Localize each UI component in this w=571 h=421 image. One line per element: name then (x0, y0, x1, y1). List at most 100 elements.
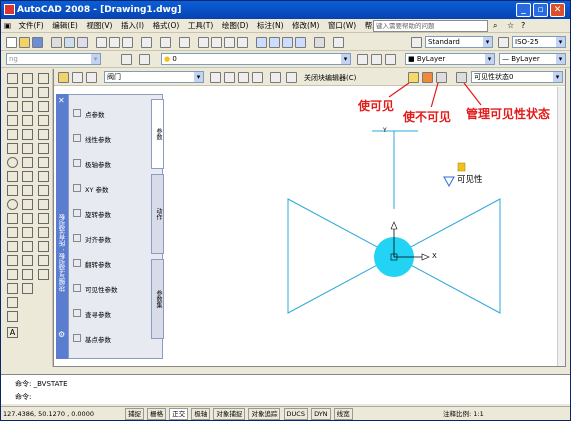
sheet-set-icon[interactable] (295, 37, 306, 48)
save-block-as-icon[interactable] (86, 72, 97, 83)
osnap-parallel-icon[interactable] (38, 199, 49, 210)
join-icon[interactable] (22, 241, 33, 252)
menu-view[interactable]: 视图(V) (83, 19, 115, 33)
extend-icon[interactable] (22, 213, 33, 224)
command-input[interactable]: 命令: (15, 392, 31, 402)
menu-file[interactable]: 文件(F) (16, 19, 47, 33)
block-name-field[interactable]: 阀门 (104, 71, 204, 83)
update-icon[interactable] (286, 72, 297, 83)
menu-format[interactable]: 格式(O) (150, 19, 183, 33)
annotation-scale[interactable]: 注释比例: 1:1 (441, 407, 486, 421)
ellipse-icon[interactable] (7, 199, 18, 210)
table-icon[interactable] (7, 311, 18, 322)
tool-palettes-icon[interactable] (282, 37, 293, 48)
arc-icon[interactable] (7, 143, 18, 154)
move-icon[interactable] (22, 143, 33, 154)
menu-insert[interactable]: 插入(I) (118, 19, 147, 33)
help-search-input[interactable]: 键入需要帮助的问题 (373, 20, 488, 32)
parameter-set-icon[interactable] (252, 72, 263, 83)
vertical-scrollbar[interactable] (557, 87, 565, 366)
star-icon[interactable]: ☆ (507, 21, 514, 30)
dim-style-select[interactable]: ISO-25 (512, 36, 566, 48)
help-toolbar-icon[interactable] (333, 37, 344, 48)
grid-toggle[interactable]: 栅格 (147, 408, 167, 420)
zoom-window-icon[interactable] (224, 37, 235, 48)
make-current-layer-icon[interactable] (357, 54, 368, 65)
osnap-center-icon[interactable] (38, 143, 49, 154)
break-icon[interactable] (22, 227, 33, 238)
calculator-icon[interactable] (314, 37, 325, 48)
revision-cloud-icon[interactable] (7, 171, 18, 182)
explode-icon[interactable] (22, 283, 33, 294)
array-icon[interactable] (22, 129, 33, 140)
osnap-quadrant-icon[interactable] (38, 157, 49, 168)
text-style-icon[interactable] (411, 37, 422, 48)
zoom-realtime-icon[interactable] (211, 37, 222, 48)
color-select[interactable]: ■ ByLayer (405, 53, 495, 65)
lineweight-toggle[interactable]: 线宽 (333, 408, 353, 420)
make-block-icon[interactable] (7, 241, 18, 252)
close-block-editor-button[interactable]: 关闭块编辑器(C) (304, 73, 356, 83)
save-block-icon[interactable] (72, 72, 83, 83)
osnap-insert-icon[interactable] (38, 213, 49, 224)
stretch-icon[interactable] (22, 185, 33, 196)
text-style-select[interactable]: Standard (425, 36, 493, 48)
hatch-icon[interactable] (7, 269, 18, 280)
osnap-extension-icon[interactable] (38, 129, 49, 140)
dim-style-icon[interactable] (498, 37, 509, 48)
properties-icon[interactable] (256, 37, 267, 48)
attribute-definition-icon[interactable] (270, 72, 281, 83)
publish-icon[interactable] (77, 37, 88, 48)
gradient-icon[interactable] (7, 283, 18, 294)
osnap-midpoint-icon[interactable] (38, 87, 49, 98)
osnap-toggle[interactable]: 对象捕捉 (213, 408, 246, 420)
match-properties-icon[interactable] (141, 37, 152, 48)
fillet-icon[interactable] (22, 269, 33, 280)
document-menu-icon[interactable]: ▣ (1, 19, 13, 33)
osnap-settings-icon[interactable] (38, 269, 49, 280)
action-icon[interactable] (238, 72, 249, 83)
chamfer-icon[interactable] (22, 255, 33, 266)
preview-icon[interactable] (64, 37, 75, 48)
paste-icon[interactable] (122, 37, 133, 48)
otrack-toggle[interactable]: 对象追踪 (248, 408, 281, 420)
layer-manager-icon[interactable] (121, 54, 132, 65)
search-icon[interactable]: ⌕ (493, 21, 497, 31)
offset-icon[interactable] (22, 115, 33, 126)
menu-modify[interactable]: 修改(M) (289, 19, 322, 33)
osnap-perpendicular-icon[interactable] (38, 185, 49, 196)
rotate-icon[interactable] (22, 157, 33, 168)
copy-object-icon[interactable] (22, 87, 33, 98)
copy-icon[interactable] (109, 37, 120, 48)
menu-tools[interactable]: 工具(T) (185, 19, 216, 33)
osnap-endpoint-icon[interactable] (38, 73, 49, 84)
cut-icon[interactable] (96, 37, 107, 48)
layer-select[interactable]: ● 0 (161, 53, 351, 65)
design-center-icon[interactable] (269, 37, 280, 48)
save-icon[interactable] (32, 37, 43, 48)
layer-previous-icon[interactable] (371, 54, 382, 65)
layer-states-icon[interactable] (139, 54, 150, 65)
snap-toggle[interactable]: 捕捉 (125, 408, 145, 420)
osnap-tangent-icon[interactable] (38, 171, 49, 182)
authoring-palettes-icon[interactable] (210, 72, 221, 83)
minimize-button[interactable]: _ (516, 3, 531, 17)
menu-window[interactable]: 窗口(W) (325, 19, 359, 33)
menu-draw[interactable]: 绘图(D) (219, 19, 252, 33)
help-icon[interactable]: ? (521, 21, 525, 30)
scale-icon[interactable] (22, 171, 33, 182)
undo-icon[interactable] (160, 37, 171, 48)
dyn-toggle[interactable]: DYN (311, 408, 331, 420)
osnap-nearest-icon[interactable] (38, 241, 49, 252)
pan-icon[interactable] (198, 37, 209, 48)
rectangle-icon[interactable] (7, 129, 18, 140)
mirror-icon[interactable] (22, 101, 33, 112)
workspace-select[interactable]: ng (6, 53, 101, 65)
restore-button[interactable]: ▫ (533, 3, 548, 17)
zoom-previous-icon[interactable] (237, 37, 248, 48)
close-button[interactable]: ✕ (550, 3, 565, 17)
menu-dimension[interactable]: 标注(N) (254, 19, 286, 33)
multiline-text-icon[interactable]: A (7, 327, 18, 338)
osnap-node-icon[interactable] (38, 227, 49, 238)
polar-toggle[interactable]: 极轴 (191, 408, 211, 420)
